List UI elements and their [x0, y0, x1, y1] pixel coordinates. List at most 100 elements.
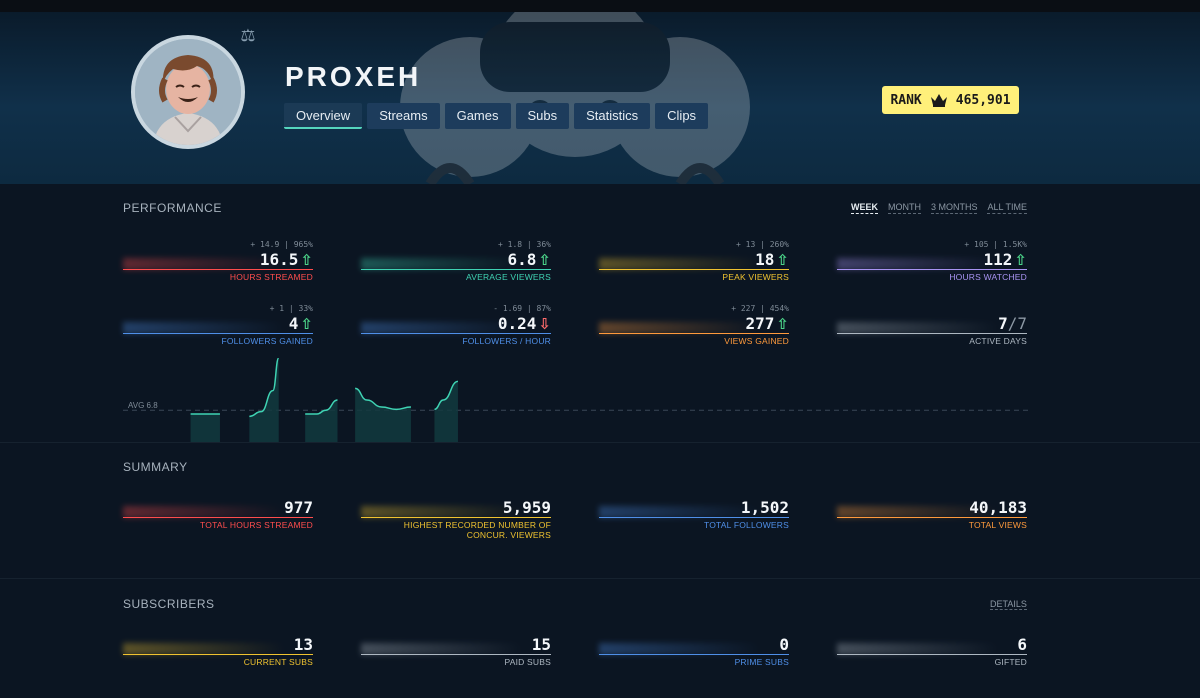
stat-label-line: HIGHEST RECORDED NUMBER OF — [403, 520, 551, 530]
period-all-time[interactable]: ALL TIME — [987, 202, 1027, 214]
stat-value-row: 40,183 — [969, 498, 1027, 517]
summary-stat-total-hours-streamed: 977 TOTAL HOURS STREAMED — [123, 488, 313, 542]
stat-label: TOTAL VIEWS — [969, 520, 1027, 530]
chart-area-segment — [355, 388, 411, 442]
stat-value: 15 — [531, 635, 551, 654]
period-3-months[interactable]: 3 MONTHS — [930, 202, 978, 214]
summary-stat-total-views: 40,183 TOTAL VIEWS — [837, 488, 1027, 542]
stat-delta: + 13 | 260% — [736, 240, 789, 249]
channel-avatar[interactable] — [131, 35, 245, 149]
stat-label: HIGHEST RECORDED NUMBER OF CONCUR. VIEWER… — [404, 520, 551, 540]
stat-value: 16.5 — [259, 250, 299, 269]
stat-value-row: 6 — [1017, 635, 1027, 654]
stat-label: VIEWS GAINED — [724, 336, 789, 346]
banner-artwork — [400, 12, 750, 184]
scale-icon[interactable]: ⚖ — [236, 27, 260, 45]
chart-area-segment — [305, 400, 338, 442]
stat-underline — [837, 654, 1027, 655]
summary-stat-highest-recorded-number-of: 5,959 HIGHEST RECORDED NUMBER OF CONCUR. V… — [361, 488, 551, 542]
stat-label-line: GIFTED — [994, 657, 1027, 667]
stat-value: 0 — [779, 635, 789, 654]
stat-underline — [123, 269, 313, 270]
tab-clips[interactable]: Clips — [655, 103, 709, 129]
average-viewers-chart — [123, 358, 1028, 442]
subscribers-title: SUBSCRIBERS — [123, 597, 215, 611]
stat-value: 977 — [284, 498, 313, 517]
stat-underline — [123, 517, 313, 518]
stat-delta: - 1.69 | 87% — [493, 304, 551, 313]
stat-underline — [837, 333, 1027, 334]
stat-label-line: AVERAGE VIEWERS — [465, 272, 551, 282]
stat-label: CURRENT SUBS — [244, 657, 313, 667]
stat-label-line: PEAK VIEWERS — [722, 272, 789, 282]
avatar-illustration — [135, 39, 241, 145]
stat-value-row: 0 — [779, 635, 789, 654]
stat-delta: + 14.9 | 965% — [250, 240, 313, 249]
stat-label: FOLLOWERS / HOUR — [462, 336, 551, 346]
stat-value-row: 277 ⇧ — [746, 314, 789, 333]
rank-badge[interactable]: RANK 465,901 — [882, 86, 1019, 114]
stat-underline — [361, 517, 551, 518]
chart-area-segment — [190, 414, 220, 442]
period-week[interactable]: WEEK — [850, 202, 878, 214]
stat-value-suffix: /7 — [1007, 314, 1027, 333]
stat-underline — [837, 269, 1027, 270]
stat-underline — [361, 269, 551, 270]
subscriber-stat-gifted: 6 GIFTED — [837, 625, 1027, 679]
rank-label: RANK — [890, 92, 922, 108]
performance-stat-views-gained: + 227 | 454% 277 ⇧ VIEWS GAINED — [599, 304, 789, 358]
stat-label-line: TOTAL VIEWS — [968, 520, 1027, 530]
stat-label-line: PAID SUBS — [504, 657, 551, 667]
stat-value-row: 112 ⇧ — [984, 250, 1027, 269]
tab-streams[interactable]: Streams — [367, 103, 440, 129]
stat-delta: + 1 | 33% — [269, 304, 313, 313]
stat-label: TOTAL HOURS STREAMED — [200, 520, 313, 530]
stat-underline — [837, 517, 1027, 518]
top-strip — [0, 0, 1200, 12]
performance-stat-hours-watched: + 105 | 1.5K% 112 ⇧ HOURS WATCHED — [837, 240, 1027, 294]
stat-value-row: 7/7 — [998, 314, 1027, 333]
tab-statistics[interactable]: Statistics — [574, 103, 651, 129]
stat-value-row: 977 — [284, 498, 313, 517]
stat-label: ACTIVE DAYS — [969, 336, 1027, 346]
trend-up-arrow-icon: ⇧ — [1014, 251, 1027, 269]
stat-value: 112 — [983, 250, 1013, 269]
stat-value: 277 — [745, 314, 775, 333]
stat-value-row: 0.24 ⇩ — [498, 314, 551, 333]
stat-label-line: VIEWS GAINED — [724, 336, 789, 346]
tab-overview[interactable]: Overview — [284, 103, 363, 129]
stat-label-line: FOLLOWERS GAINED — [221, 336, 313, 346]
chart-area-segment — [434, 381, 458, 442]
performance-title: PERFORMANCE — [123, 201, 222, 215]
stat-underline — [599, 517, 789, 518]
stat-underline — [599, 333, 789, 334]
stat-value-row: 5,959 — [503, 498, 551, 517]
stat-value: 40,183 — [969, 498, 1027, 517]
stat-value: 7 — [998, 314, 1008, 333]
trend-up-arrow-icon: ⇧ — [776, 315, 789, 333]
stat-value: 6 — [1017, 635, 1027, 654]
stat-value: 13 — [293, 635, 313, 654]
trend-up-arrow-icon: ⇧ — [776, 251, 789, 269]
stat-value: 5,959 — [502, 498, 551, 517]
tab-subs[interactable]: Subs — [515, 103, 570, 129]
tab-games[interactable]: Games — [444, 103, 511, 129]
performance-stat-followers-hour: - 1.69 | 87% 0.24 ⇩ FOLLOWERS / HOUR — [361, 304, 551, 358]
stat-delta: + 1.8 | 36% — [498, 240, 551, 249]
stat-value-row: 1,502 — [741, 498, 789, 517]
stat-value: 1,502 — [740, 498, 789, 517]
chart-avg-label: AVG 6.8 — [128, 401, 158, 410]
stat-label-line: TOTAL HOURS STREAMED — [200, 520, 313, 530]
subscriber-stat-current-subs: 13 CURRENT SUBS — [123, 625, 313, 679]
chart-area-segment — [249, 358, 279, 442]
subscribers-details-link[interactable]: DETAILS — [990, 599, 1027, 610]
period-month[interactable]: MONTH — [887, 202, 921, 214]
channel-name: PROXEH — [285, 61, 422, 92]
stat-underline — [123, 333, 313, 334]
stat-label-line: PRIME SUBS — [734, 657, 789, 667]
stat-label-line: CURRENT SUBS — [243, 657, 313, 667]
stat-label-line: FOLLOWERS / HOUR — [462, 336, 551, 346]
stat-value-row: 4 ⇧ — [289, 314, 313, 333]
stat-value: 4 — [288, 314, 299, 333]
stat-label-line: ACTIVE DAYS — [969, 336, 1027, 346]
